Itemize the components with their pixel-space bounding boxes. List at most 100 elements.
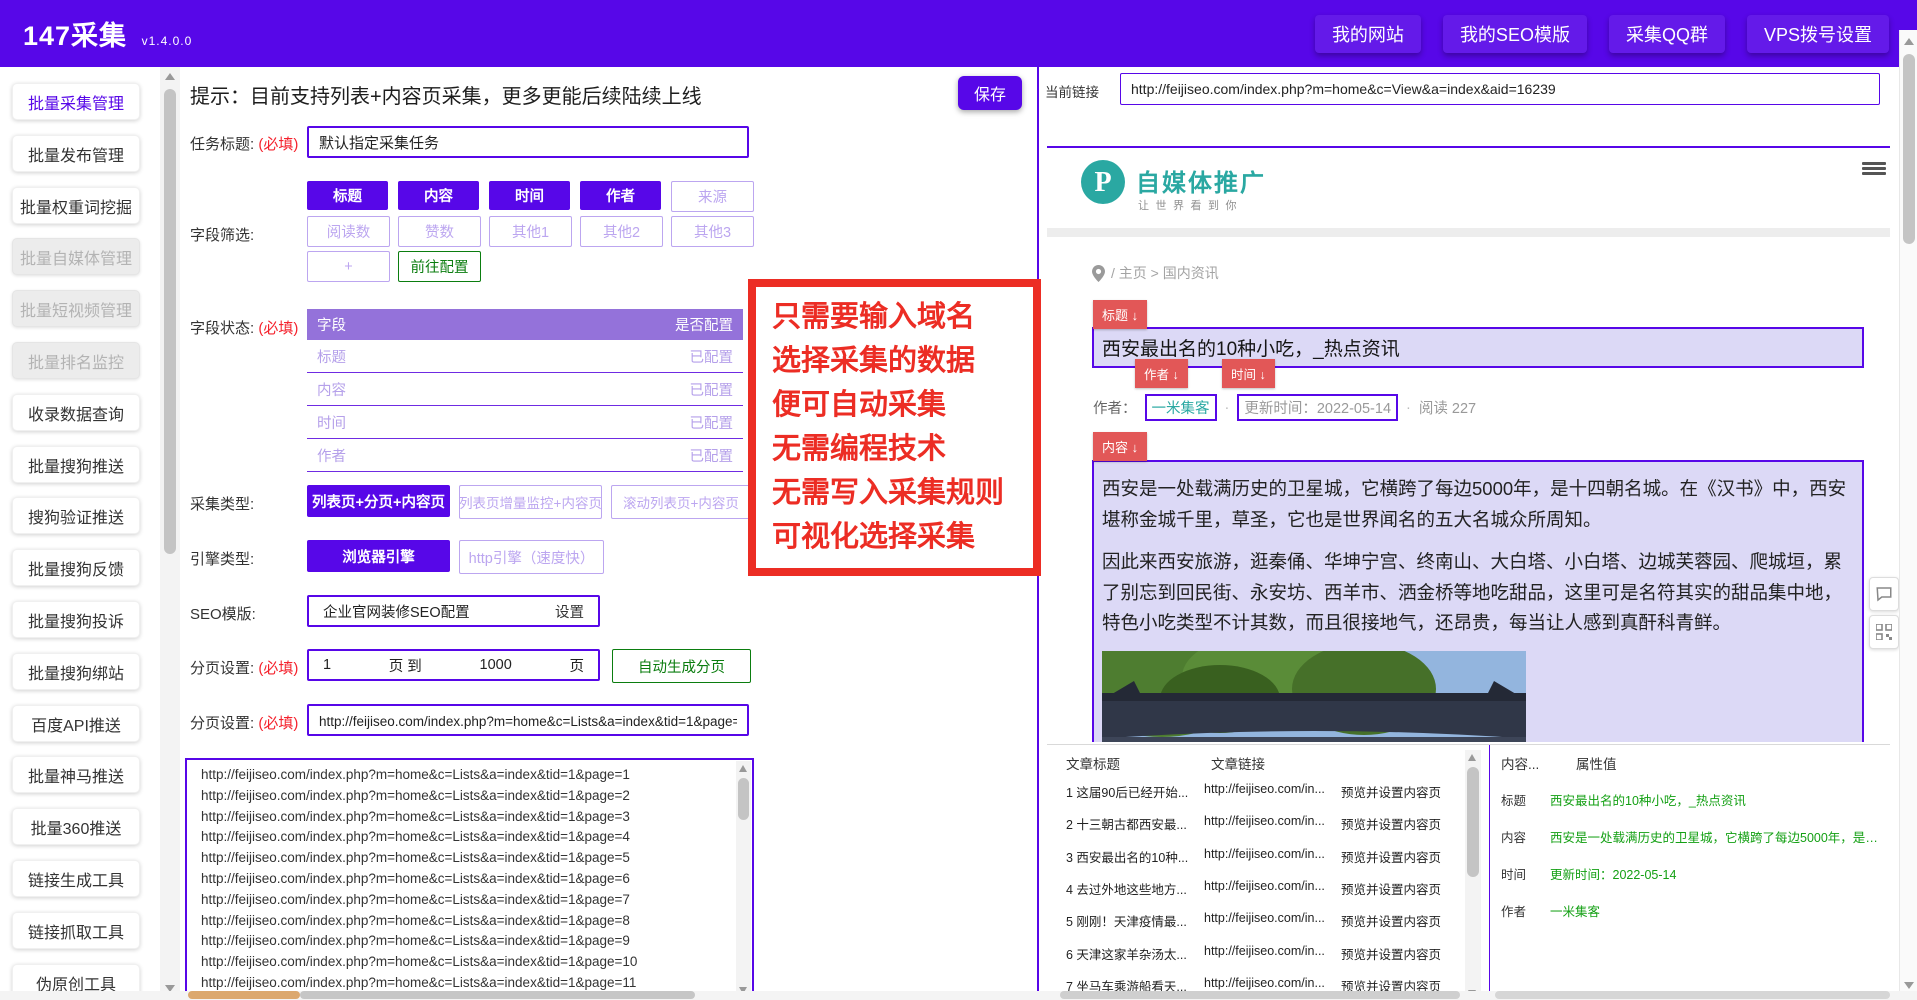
- page-from-input[interactable]: 1: [323, 657, 331, 673]
- engine-browser-button[interactable]: 浏览器引擎: [307, 540, 450, 572]
- sidebar-item-sogou-complaint[interactable]: 批量搜狗投诉: [12, 601, 140, 638]
- menu-vps-dial-settings[interactable]: VPS拨号设置: [1747, 15, 1889, 53]
- hamburger-menu-icon[interactable]: [1862, 160, 1886, 177]
- preview-set-content-link[interactable]: 预览并设置内容页: [1341, 911, 1441, 930]
- sidebar-item-batch-publish[interactable]: 批量发布管理: [12, 135, 140, 172]
- attributes-divider: [1489, 745, 1490, 1000]
- brand-logo: 147采集 v1.4.0.0: [23, 14, 192, 53]
- page-to-input[interactable]: 1000: [480, 657, 512, 673]
- horizontal-scrollbar[interactable]: [0, 991, 1917, 1000]
- field-filter-label: 字段筛选:: [190, 224, 254, 245]
- current-link-input[interactable]: [1120, 73, 1880, 105]
- field-tag-title[interactable]: 标题: [307, 181, 388, 210]
- sidebar-scrollbar[interactable]: [160, 67, 180, 1000]
- sidebar-item-index-query[interactable]: 收录数据查询: [12, 394, 140, 431]
- breadcrumb-text[interactable]: / 主页 > 国内资讯: [1111, 263, 1219, 283]
- sidebar-scrollbar-thumb[interactable]: [164, 89, 176, 554]
- site-slogan: 让世界看到你: [1138, 197, 1243, 213]
- auto-generate-pages-button[interactable]: 自动生成分页: [612, 649, 751, 683]
- seo-template-value: 企业官网装修SEO配置: [323, 601, 470, 622]
- article-time-selection[interactable]: 更新时间：2022-05-14: [1237, 394, 1398, 421]
- qr-code-widget-button[interactable]: [1869, 615, 1899, 649]
- preview-set-content-link[interactable]: 预览并设置内容页: [1341, 847, 1441, 866]
- article-meta-row: 作者： 一米集客 · 更新时间：2022-05-14 · 阅读 227: [1093, 394, 1476, 421]
- field-tag-source[interactable]: 来源: [671, 181, 754, 212]
- sidebar-item-link-generate[interactable]: 链接生成工具: [12, 860, 140, 897]
- field-tag-time[interactable]: 时间: [489, 181, 570, 210]
- chat-widget-button[interactable]: [1869, 577, 1899, 611]
- sidebar-item-link-fetch[interactable]: 链接抓取工具: [12, 912, 140, 949]
- sidebar-item-sogou-verify-push[interactable]: 搜狗验证推送: [12, 497, 140, 534]
- breadcrumb[interactable]: / 主页 > 国内资讯: [1092, 263, 1219, 283]
- sidebar-item-sogou-bind-site[interactable]: 批量搜狗绑站: [12, 653, 140, 690]
- app-header: 147采集 v1.4.0.0 我的网站 我的SEO模版 采集QQ群 VPS拨号设…: [0, 0, 1917, 67]
- field-tag-reads[interactable]: 阅读数: [307, 216, 390, 247]
- seo-template-settings-button[interactable]: 设置: [555, 601, 584, 622]
- field-tag-likes[interactable]: 赞数: [398, 216, 481, 247]
- results-divider: [1047, 744, 1890, 745]
- horizontal-scrollbar-thumb[interactable]: [300, 991, 695, 999]
- sidebar-item-sogou-feedback[interactable]: 批量搜狗反馈: [12, 549, 140, 586]
- engine-http-button[interactable]: http引擎（速度快）: [459, 540, 604, 574]
- field-tag-other1[interactable]: 其他1: [489, 216, 572, 247]
- page-unit-label: 页: [569, 655, 584, 676]
- url-list-scrollbar-thumb[interactable]: [738, 778, 749, 820]
- article-reads: 阅读 227: [1419, 397, 1476, 418]
- field-tag-author[interactable]: 作者: [580, 181, 661, 210]
- horizontal-scrollbar-thumb[interactable]: [1060, 991, 1460, 999]
- menu-my-seo-templates[interactable]: 我的SEO模版: [1443, 15, 1587, 53]
- header-menu: 我的网站 我的SEO模版 采集QQ群 VPS拨号设置: [1315, 0, 1889, 67]
- horizontal-scrollbar-thumb[interactable]: [1495, 991, 1890, 999]
- url-list-textarea[interactable]: http://feijiseo.com/index.php?m=home&c=L…: [185, 758, 754, 1000]
- seo-template-box[interactable]: 企业官网装修SEO配置 设置: [307, 595, 600, 627]
- scroll-up-arrow-icon[interactable]: [739, 765, 747, 772]
- scroll-up-arrow-icon[interactable]: [1468, 754, 1476, 761]
- sidebar-item-batch-collection[interactable]: 批量采集管理: [12, 83, 140, 120]
- field-tag-other3[interactable]: 其他3: [671, 216, 754, 247]
- article-title-selection[interactable]: 西安最出名的10种小吃，_热点资讯: [1092, 327, 1864, 368]
- preview-set-content-link[interactable]: 预览并设置内容页: [1341, 782, 1441, 801]
- sidebar-item-baidu-api-push[interactable]: 百度API推送: [12, 705, 140, 742]
- url-line: http://feijiseo.com/index.php?m=home&c=L…: [187, 827, 752, 848]
- article-content-selection[interactable]: 西安是一处载满历史的卫星城，它横跨了每边5000年，是十四朝名城。在《汉书》中，…: [1092, 460, 1864, 742]
- sidebar-item-sogou-push[interactable]: 批量搜狗推送: [12, 446, 140, 483]
- page-range-box: 1 页 到 1000 页: [307, 649, 600, 681]
- app-root: 147采集 v1.4.0.0 我的网站 我的SEO模版 采集QQ群 VPS拨号设…: [0, 0, 1917, 1000]
- results-scrollbar[interactable]: [1465, 750, 1481, 1000]
- sidebar-item-shenma-push[interactable]: 批量神马推送: [12, 756, 140, 793]
- notice-text: 提示：目前支持列表+内容页采集，更多更能后续陆续上线: [190, 80, 702, 109]
- engine-type-label: 引擎类型:: [190, 548, 254, 569]
- current-link-label: 当前链接: [1045, 81, 1099, 101]
- task-title-label: 任务标题: (必填): [190, 133, 298, 154]
- results-scrollbar-thumb[interactable]: [1467, 767, 1479, 877]
- preview-set-content-link[interactable]: 预览并设置内容页: [1341, 944, 1441, 963]
- task-title-input[interactable]: [307, 126, 749, 158]
- page-url-input[interactable]: [307, 704, 749, 736]
- goto-configure-button[interactable]: 前往配置: [398, 251, 481, 282]
- preview-set-content-link[interactable]: 预览并设置内容页: [1341, 879, 1441, 898]
- scroll-up-arrow-icon[interactable]: [165, 73, 175, 80]
- page-scrollbar-thumb[interactable]: [1903, 54, 1915, 244]
- menu-my-sites[interactable]: 我的网站: [1315, 15, 1421, 53]
- url-list-scrollbar[interactable]: [736, 761, 751, 997]
- menu-collect-qq-group[interactable]: 采集QQ群: [1609, 15, 1725, 53]
- url-line: http://feijiseo.com/index.php?m=home&c=L…: [187, 952, 752, 973]
- required-tag: (必填): [258, 136, 298, 153]
- collect-type-scroll-list[interactable]: 滚动列表页+内容页: [611, 485, 751, 519]
- collect-type-label: 采集类型:: [190, 493, 254, 514]
- url-line: http://feijiseo.com/index.php?m=home&c=L…: [187, 807, 752, 828]
- save-button[interactable]: 保存: [958, 76, 1022, 110]
- sidebar-item-360-push[interactable]: 批量360推送: [12, 808, 140, 845]
- preview-set-content-link[interactable]: 预览并设置内容页: [1341, 814, 1441, 833]
- scroll-down-arrow-icon[interactable]: [1904, 982, 1914, 989]
- collect-type-list-paging-content[interactable]: 列表页+分页+内容页: [307, 485, 450, 517]
- horizontal-scrollbar-thumb[interactable]: [188, 991, 300, 999]
- article-author-selection[interactable]: 一米集客: [1145, 394, 1217, 421]
- page-scrollbar[interactable]: [1899, 30, 1917, 1000]
- sidebar-item-keyword-mining[interactable]: 批量权重词挖掘: [12, 187, 140, 224]
- add-field-button[interactable]: +: [307, 251, 390, 282]
- field-tag-content[interactable]: 内容: [398, 181, 479, 210]
- scroll-up-arrow-icon[interactable]: [1904, 38, 1914, 45]
- collect-type-incremental[interactable]: 列表页增量监控+内容页: [459, 485, 602, 519]
- field-tag-other2[interactable]: 其他2: [580, 216, 663, 247]
